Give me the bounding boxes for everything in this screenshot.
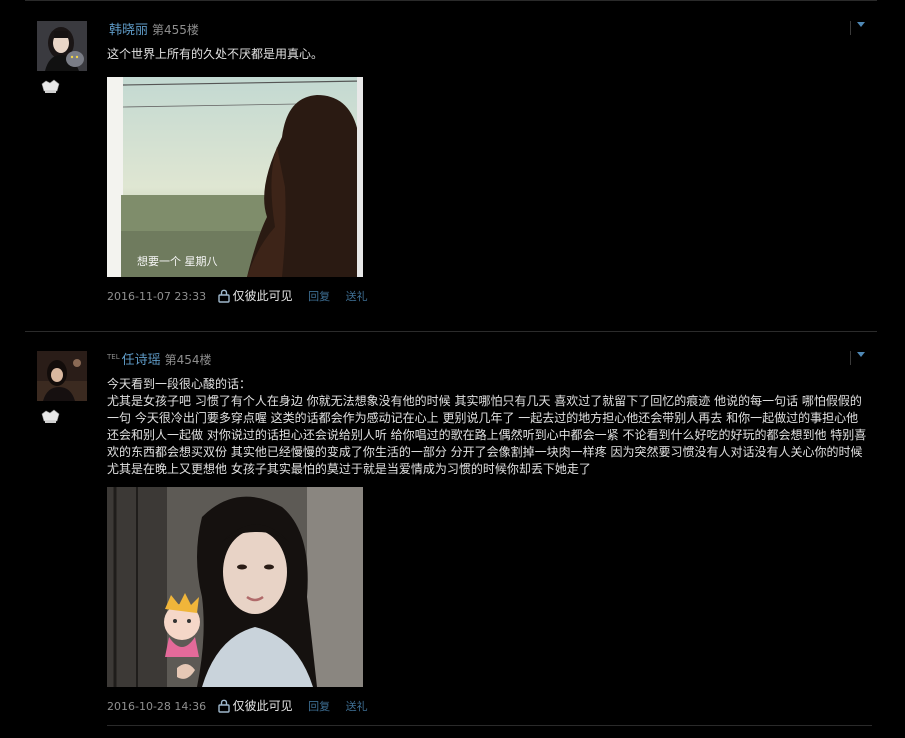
- post-image[interactable]: 想要一个 星期八: [107, 77, 363, 277]
- username-link[interactable]: 韩晓丽: [109, 23, 148, 38]
- reply-link[interactable]: 回复: [308, 700, 330, 713]
- post-meta: 2016-11-07 23:33 仅彼此可见 回复 送礼: [107, 287, 368, 305]
- username-link[interactable]: 任诗瑶: [122, 353, 161, 368]
- avatar[interactable]: [37, 21, 87, 71]
- content-paragraph: 今天看到一段很心酸的话：: [107, 377, 252, 391]
- post-header: 韩晓丽 第455楼: [107, 18, 199, 38]
- gift-link[interactable]: 送礼: [346, 700, 368, 713]
- content-paragraph: 这个世界上所有的久处不厌都是用真心。: [107, 47, 324, 61]
- post-floor-455: 韩晓丽 第455楼 这个世界上所有的久处不厌都是用真心。 想要一个 星期八 20…: [25, 0, 877, 332]
- post-content: 今天看到一段很心酸的话： 尤其是女孩子吧 习惯了有个人在身边 你就无法想象没有他…: [107, 376, 867, 478]
- reply-link[interactable]: 回复: [308, 290, 330, 303]
- post-floor-454: TEL 任诗瑶 第454楼 今天看到一段很心酸的话： 尤其是女孩子吧 习惯了有个人在…: [25, 332, 877, 738]
- privacy-label: 仅彼此可见: [232, 699, 293, 713]
- post-header: TEL 任诗瑶 第454楼: [107, 348, 212, 368]
- timestamp: 2016-11-07 23:33: [107, 290, 207, 303]
- content-paragraph: 尤其是女孩子吧 习惯了有个人在身边 你就无法想象没有他的时候 其实哪怕只有几天 …: [107, 394, 867, 476]
- gift-link[interactable]: 送礼: [346, 290, 368, 303]
- timestamp: 2016-10-28 14:36: [107, 700, 207, 713]
- bottom-divider: [107, 725, 872, 726]
- member-badge-icon: [40, 409, 61, 425]
- post-image[interactable]: [107, 487, 363, 687]
- post-content: 这个世界上所有的久处不厌都是用真心。: [107, 46, 867, 63]
- chevron-down-icon[interactable]: [850, 21, 865, 35]
- image-caption: 想要一个 星期八: [137, 254, 218, 268]
- lock-icon: [217, 699, 230, 713]
- tel-tag: TEL: [107, 353, 120, 361]
- chevron-down-icon[interactable]: [850, 351, 865, 365]
- lock-icon: [217, 289, 230, 303]
- member-badge-icon: [40, 79, 61, 95]
- privacy-label: 仅彼此可见: [232, 289, 293, 303]
- floor-number: 第455楼: [152, 23, 199, 37]
- avatar[interactable]: [37, 351, 87, 401]
- post-meta: 2016-10-28 14:36 仅彼此可见 回复 送礼: [107, 697, 368, 715]
- floor-number: 第454楼: [164, 353, 212, 367]
